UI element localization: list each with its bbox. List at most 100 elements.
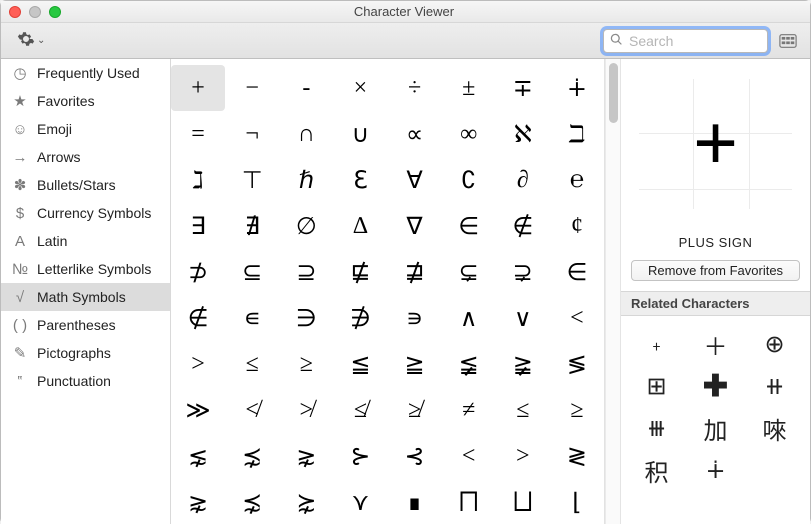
- character-cell[interactable]: ≰: [333, 387, 387, 433]
- character-cell[interactable]: ⋧: [171, 479, 225, 524]
- character-cell[interactable]: ⨆: [496, 479, 550, 524]
- character-cell[interactable]: ≦: [333, 341, 387, 387]
- character-cell[interactable]: ≩: [496, 341, 550, 387]
- character-cell[interactable]: ∋: [279, 295, 333, 341]
- character-cell[interactable]: ℵ: [496, 111, 550, 157]
- character-cell[interactable]: +: [171, 65, 225, 111]
- settings-menu-button[interactable]: ⌄: [11, 28, 51, 53]
- sidebar-item-currency[interactable]: $Currency Symbols: [1, 199, 170, 227]
- character-cell[interactable]: ⋨: [225, 433, 279, 479]
- character-cell[interactable]: ⋧: [279, 433, 333, 479]
- close-window-button[interactable]: [9, 6, 21, 18]
- sidebar-item-bullets-stars[interactable]: ✽Bullets/Stars: [1, 171, 170, 199]
- character-cell[interactable]: ℷ: [171, 157, 225, 203]
- character-cell[interactable]: −: [225, 65, 279, 111]
- character-cell[interactable]: ≱: [388, 387, 442, 433]
- character-cell[interactable]: ⊰: [388, 433, 442, 479]
- character-grid-scroll[interactable]: +−-×÷±∓∔=¬∩∪∝∞ℵℶℷ⊤ℏℇ∀∁∂℮∃∄∅∆∇∈∉¢⊅⊆⊇⋢⋣⊊⊋∈…: [171, 59, 605, 524]
- character-cell[interactable]: >: [171, 341, 225, 387]
- character-cell[interactable]: ∔: [550, 65, 604, 111]
- sidebar-item-arrows[interactable]: →Arrows: [1, 143, 170, 171]
- related-character[interactable]: 加: [686, 408, 745, 448]
- character-cell[interactable]: ≷: [550, 433, 604, 479]
- character-cell[interactable]: ×: [333, 65, 387, 111]
- sidebar-item-favorites[interactable]: ★Favorites: [1, 87, 170, 115]
- character-cell[interactable]: ∁: [442, 157, 496, 203]
- character-cell[interactable]: <: [442, 433, 496, 479]
- related-character[interactable]: [745, 450, 804, 490]
- character-cell[interactable]: ∉: [496, 203, 550, 249]
- character-cell[interactable]: ⋣: [388, 249, 442, 295]
- character-cell[interactable]: ∨: [496, 295, 550, 341]
- character-cell[interactable]: ∓: [496, 65, 550, 111]
- character-cell[interactable]: ≨: [442, 341, 496, 387]
- character-cell[interactable]: ∧: [442, 295, 496, 341]
- character-cell[interactable]: ÷: [388, 65, 442, 111]
- remove-from-favorites-button[interactable]: Remove from Favorites: [631, 260, 800, 281]
- related-character[interactable]: ﹢: [627, 324, 686, 364]
- character-cell[interactable]: ∊: [225, 295, 279, 341]
- character-cell[interactable]: ∆: [333, 203, 387, 249]
- character-cell[interactable]: ⊋: [496, 249, 550, 295]
- character-cell[interactable]: ⨅: [442, 479, 496, 524]
- character-cell[interactable]: ≥: [550, 387, 604, 433]
- character-cell[interactable]: ∈: [442, 203, 496, 249]
- character-cell[interactable]: ≥: [279, 341, 333, 387]
- character-cell[interactable]: ∅: [279, 203, 333, 249]
- related-character[interactable]: ⊕: [745, 324, 804, 364]
- character-cell[interactable]: ⋦: [171, 433, 225, 479]
- character-cell[interactable]: ≤: [225, 341, 279, 387]
- character-cell[interactable]: ⊆: [225, 249, 279, 295]
- character-cell[interactable]: ≧: [388, 341, 442, 387]
- character-cell[interactable]: <: [550, 295, 604, 341]
- character-cell[interactable]: ⌊: [550, 479, 604, 524]
- character-cell[interactable]: ∪: [333, 111, 387, 157]
- compact-view-toggle[interactable]: [776, 31, 800, 51]
- sidebar-item-pictographs[interactable]: ✎Pictographs: [1, 339, 170, 367]
- character-cell[interactable]: ≫: [171, 387, 225, 433]
- related-character[interactable]: ＋: [686, 324, 745, 364]
- character-cell[interactable]: -: [279, 65, 333, 111]
- character-cell[interactable]: ∩: [279, 111, 333, 157]
- character-cell[interactable]: ∈: [550, 249, 604, 295]
- character-cell[interactable]: ≶: [550, 341, 604, 387]
- related-character[interactable]: ⧺: [745, 366, 804, 406]
- character-cell[interactable]: ∉: [171, 295, 225, 341]
- character-cell[interactable]: ∞: [442, 111, 496, 157]
- character-cell[interactable]: ℏ: [279, 157, 333, 203]
- character-cell[interactable]: ∎: [388, 479, 442, 524]
- vertical-scrollbar[interactable]: [605, 59, 620, 524]
- character-cell[interactable]: ∇: [388, 203, 442, 249]
- character-cell[interactable]: ⊤: [225, 157, 279, 203]
- character-cell[interactable]: ∀: [388, 157, 442, 203]
- character-cell[interactable]: ⊊: [442, 249, 496, 295]
- character-cell[interactable]: ≠: [442, 387, 496, 433]
- character-cell[interactable]: ±: [442, 65, 496, 111]
- sidebar-item-latin[interactable]: ALatin: [1, 227, 170, 255]
- related-character[interactable]: ⊞: [627, 366, 686, 406]
- search-field[interactable]: [603, 29, 768, 53]
- character-cell[interactable]: ⋨: [225, 479, 279, 524]
- character-cell[interactable]: ≮: [225, 387, 279, 433]
- character-cell[interactable]: ⊱: [333, 433, 387, 479]
- sidebar-item-frequently-used[interactable]: ◷Frequently Used: [1, 59, 170, 87]
- character-cell[interactable]: ∂: [496, 157, 550, 203]
- character-cell[interactable]: ℇ: [333, 157, 387, 203]
- character-cell[interactable]: ℮: [550, 157, 604, 203]
- character-cell[interactable]: ℶ: [550, 111, 604, 157]
- sidebar-item-punctuation[interactable]: ‟Punctuation: [1, 367, 170, 395]
- zoom-window-button[interactable]: [49, 6, 61, 18]
- related-character[interactable]: ✚: [686, 366, 745, 406]
- character-cell[interactable]: ⊇: [279, 249, 333, 295]
- sidebar-item-parentheses[interactable]: ( )Parentheses: [1, 311, 170, 339]
- sidebar-item-letterlike[interactable]: №Letterlike Symbols: [1, 255, 170, 283]
- related-character[interactable]: ⧻: [627, 408, 686, 448]
- character-cell[interactable]: ∍: [388, 295, 442, 341]
- sidebar-item-emoji[interactable]: ☺Emoji: [1, 115, 170, 143]
- character-cell[interactable]: ¬: [225, 111, 279, 157]
- character-cell[interactable]: ⋩: [279, 479, 333, 524]
- related-character[interactable]: 唻: [745, 408, 804, 448]
- character-cell[interactable]: ≤: [496, 387, 550, 433]
- sidebar-item-math[interactable]: √Math Symbols: [1, 283, 170, 311]
- character-cell[interactable]: >: [496, 433, 550, 479]
